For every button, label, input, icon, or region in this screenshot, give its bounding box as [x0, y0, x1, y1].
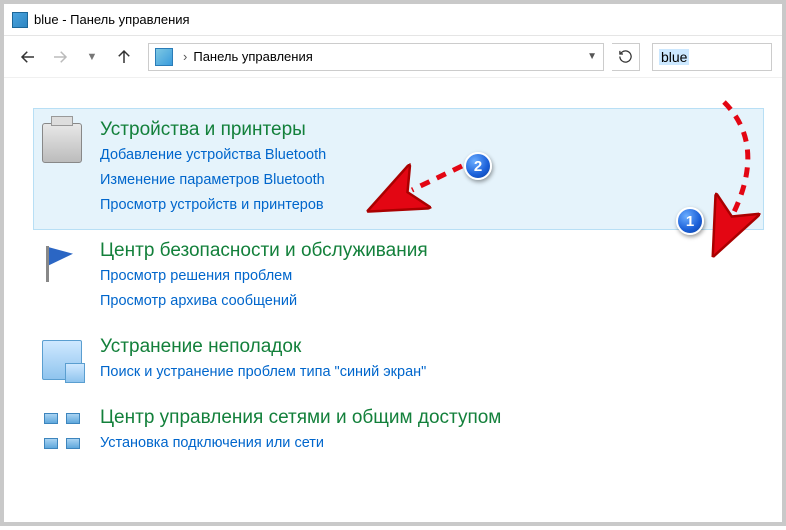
navigation-bar: ▼ › Панель управления ▼ blue: [4, 36, 782, 78]
recent-dropdown[interactable]: ▼: [78, 43, 106, 71]
control-panel-icon: [12, 12, 28, 28]
search-results: Устройства и принтеры Добавление устройс…: [4, 78, 782, 477]
result-title[interactable]: Центр управления сетями и общим доступом: [100, 407, 764, 429]
window-titlebar: blue - Панель управления: [4, 4, 782, 36]
result-network-center[interactable]: Центр управления сетями и общим доступом…: [34, 397, 772, 468]
window-title: blue - Панель управления: [34, 12, 190, 27]
control-panel-icon: [155, 48, 173, 66]
up-button[interactable]: [110, 43, 138, 71]
refresh-icon: [618, 49, 633, 64]
link-add-bluetooth[interactable]: Добавление устройства Bluetooth: [100, 145, 755, 167]
link-bluescreen[interactable]: Поиск и устранение проблем типа "синий э…: [100, 362, 764, 384]
arrow-left-icon: [19, 48, 37, 66]
result-title[interactable]: Центр безопасности и обслуживания: [100, 240, 764, 262]
result-title[interactable]: Устранение неполадок: [100, 336, 764, 358]
breadcrumb-item[interactable]: Панель управления: [193, 49, 312, 64]
result-title[interactable]: Устройства и принтеры: [100, 119, 755, 141]
link-view-archive[interactable]: Просмотр архива сообщений: [100, 291, 764, 313]
back-button[interactable]: [14, 43, 42, 71]
result-troubleshooting[interactable]: Устранение неполадок Поиск и устранение …: [34, 326, 772, 397]
result-devices-printers[interactable]: Устройства и принтеры Добавление устройс…: [33, 108, 764, 230]
forward-button[interactable]: [46, 43, 74, 71]
network-icon: [42, 411, 82, 451]
printer-icon: [42, 123, 82, 163]
search-input[interactable]: blue: [652, 43, 772, 71]
search-query-text: blue: [659, 49, 689, 65]
link-setup-connection[interactable]: Установка подключения или сети: [100, 433, 764, 455]
refresh-button[interactable]: [612, 43, 640, 71]
result-security-center[interactable]: Центр безопасности и обслуживания Просмо…: [34, 230, 772, 326]
breadcrumb-separator-icon: ›: [183, 49, 187, 64]
address-bar[interactable]: › Панель управления ▼: [148, 43, 604, 71]
chevron-down-icon[interactable]: ▼: [587, 51, 597, 62]
link-change-bluetooth[interactable]: Изменение параметров Bluetooth: [100, 170, 755, 192]
arrow-right-icon: [51, 48, 69, 66]
link-view-solutions[interactable]: Просмотр решения проблем: [100, 266, 764, 288]
flag-icon: [42, 244, 82, 284]
arrow-up-icon: [115, 48, 133, 66]
troubleshoot-icon: [42, 340, 82, 380]
link-view-devices[interactable]: Просмотр устройств и принтеров: [100, 195, 755, 217]
